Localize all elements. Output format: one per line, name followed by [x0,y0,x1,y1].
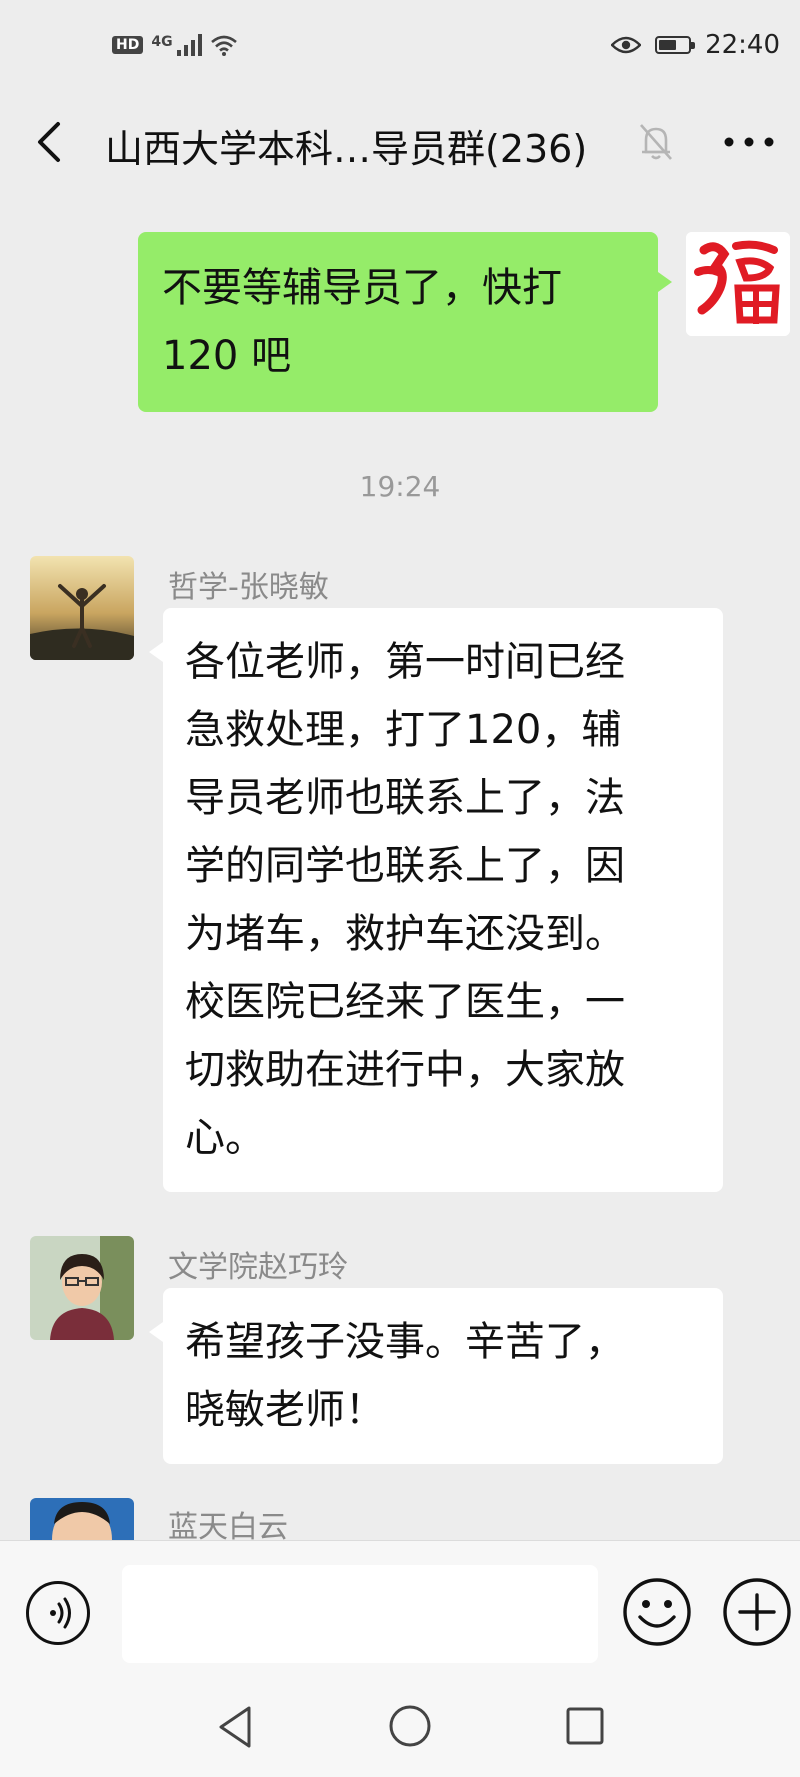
voice-icon [50,1597,71,1629]
message-line: 学的同学也联系上了，因 [185,843,625,889]
message-line: 校医院已经来了医生，一 [185,979,625,1025]
eye-icon [611,36,642,54]
nav-home-icon[interactable] [388,1704,432,1748]
message-line: 心。 [185,1115,265,1161]
network-type: 4G [151,34,173,50]
system-nav-bar [0,1680,800,1777]
emoji-icon[interactable] [622,1577,692,1647]
hd-indicator: HD [112,36,144,54]
message-bubble-incoming[interactable]: 各位老师，第一时间已经 急救处理，打了120，辅 导员老师也联系上了，法 学的同… [149,608,723,1192]
message-line: 各位老师，第一时间已经 [185,639,625,685]
message-line: 急救处理，打了120，辅 [185,707,622,753]
battery-fill [659,40,676,50]
more-icon[interactable] [720,120,778,164]
sender-name: 哲学-张晓敏 [168,570,329,605]
status-right: 22:40 [611,30,780,60]
status-left: HD 4G [112,34,238,56]
message-line: 导员老师也联系上了，法 [185,775,625,821]
message-line: 为堵车，救护车还没到。 [185,911,625,957]
nav-back-icon[interactable] [215,1704,255,1750]
signal-icon [176,34,202,56]
chat-title: 山西大学本科…导员群(236) [105,127,588,171]
message-bubble-incoming[interactable]: 希望孩子没事。辛苦了， 晓敏老师！ [149,1288,723,1464]
message-input[interactable] [122,1565,598,1663]
message-line: 希望孩子没事。辛苦了， [185,1319,625,1365]
battery-icon [655,36,696,54]
avatar-photo-woman [30,1236,134,1340]
message-line: 切救助在进行中，大家放 [185,1047,625,1093]
fu-character-avatar[interactable] [686,232,790,336]
avatar[interactable] [30,556,134,660]
avatar-photo-sunset [30,556,134,660]
chat-header: 山西大学本科…导员群(236) [0,100,800,190]
sender-name: 文学院赵巧玲 [168,1250,348,1285]
back-icon[interactable] [30,120,70,164]
plus-icon[interactable] [722,1577,792,1647]
wifi-icon [210,35,237,56]
status-bar: HD 4G 22:40 [0,0,800,100]
message-line: 120 吧 [162,333,292,379]
message-line: 不要等辅导员了，快打 [162,265,562,311]
message-line: 晓敏老师！ [185,1387,385,1433]
fu-character-icon [686,232,790,336]
avatar-photo-child [30,1498,134,1540]
mute-bell-icon [640,124,672,160]
nav-recent-icon[interactable] [565,1706,605,1746]
message-timestamp: 19:24 [359,470,441,503]
avatar[interactable] [30,1498,134,1540]
message-bubble-outgoing[interactable]: 不要等辅导员了，快打 120 吧 [138,232,672,412]
avatar[interactable] [30,1236,134,1340]
status-time: 22:40 [705,30,780,60]
chat-input-bar [0,1540,800,1681]
voice-button[interactable] [26,1581,90,1645]
